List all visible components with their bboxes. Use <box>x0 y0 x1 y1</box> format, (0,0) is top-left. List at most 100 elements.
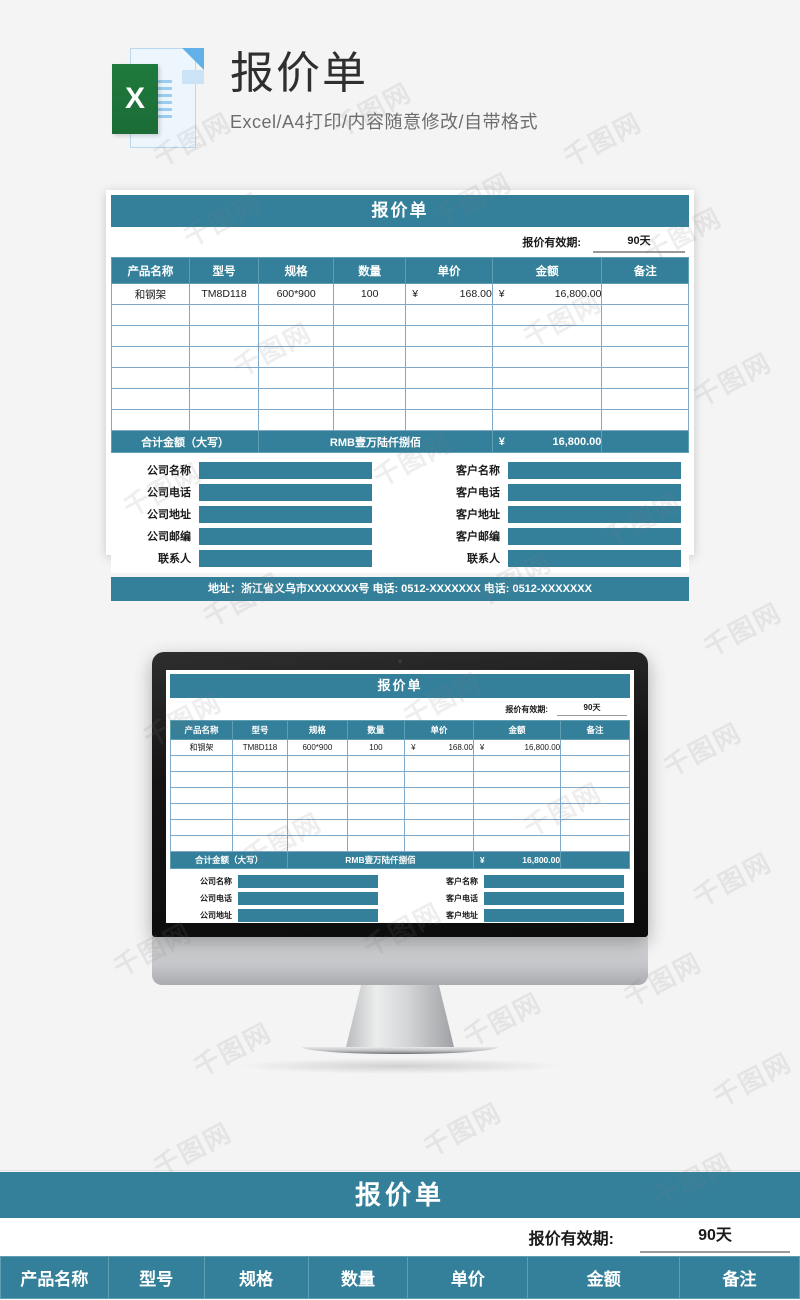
qty-cell[interactable]: 100 <box>346 739 406 756</box>
model-cell[interactable] <box>231 787 289 804</box>
customer-contact-input-2[interactable] <box>508 505 681 523</box>
product-cell[interactable] <box>170 803 233 820</box>
qty-cell[interactable] <box>333 409 407 431</box>
column-header-4[interactable]: 单价 <box>407 1256 529 1299</box>
validity-value[interactable]: 90天 <box>593 232 685 253</box>
amount-cell[interactable]: ¥16,800.00 <box>491 283 603 305</box>
column-header-6[interactable]: 备注 <box>601 257 689 284</box>
model-cell[interactable] <box>188 409 260 431</box>
column-header-4[interactable]: 单价 <box>404 720 474 740</box>
product-cell[interactable] <box>111 367 190 389</box>
column-header-1[interactable]: 型号 <box>231 720 289 740</box>
spec-cell[interactable]: 600*900 <box>258 283 335 305</box>
model-cell[interactable] <box>188 388 260 410</box>
amount-cell[interactable] <box>491 325 603 347</box>
qty-cell[interactable] <box>346 787 406 804</box>
column-header-2[interactable]: 规格 <box>203 1256 309 1299</box>
qty-cell[interactable] <box>333 325 407 347</box>
company-contact-input-2[interactable] <box>238 909 378 922</box>
amount-cell[interactable] <box>472 755 562 772</box>
product-cell[interactable] <box>170 771 233 788</box>
model-cell[interactable] <box>188 367 260 389</box>
unit-price-cell[interactable] <box>404 771 474 788</box>
column-header-5[interactable]: 金额 <box>527 1256 681 1299</box>
company-contact-input-1[interactable] <box>199 483 372 501</box>
product-cell[interactable] <box>111 409 190 431</box>
table-row[interactable] <box>170 819 630 836</box>
amount-cell[interactable]: ¥16,800.00 <box>472 739 562 756</box>
qty-cell[interactable]: 100 <box>333 283 407 305</box>
remark-cell[interactable] <box>560 739 630 756</box>
unit-price-cell[interactable]: ¥168.00 <box>405 283 493 305</box>
table-row[interactable] <box>170 835 630 852</box>
spec-cell[interactable] <box>258 388 335 410</box>
spec-cell[interactable] <box>287 787 348 804</box>
product-cell[interactable]: 和钢架 <box>170 739 233 756</box>
unit-price-cell[interactable] <box>405 409 493 431</box>
company-contact-input-4[interactable] <box>199 549 372 567</box>
qty-cell[interactable] <box>333 367 407 389</box>
unit-price-cell[interactable] <box>405 388 493 410</box>
table-row[interactable] <box>111 346 689 368</box>
table-row[interactable] <box>170 755 630 772</box>
column-header-0[interactable]: 产品名称 <box>111 257 190 284</box>
column-header-5[interactable]: 金额 <box>491 257 603 284</box>
spec-cell[interactable] <box>287 803 348 820</box>
qty-cell[interactable] <box>346 755 406 772</box>
amount-cell[interactable] <box>491 409 603 431</box>
table-row[interactable] <box>111 325 689 347</box>
product-cell[interactable] <box>111 388 190 410</box>
table-row[interactable] <box>111 367 689 389</box>
qty-cell[interactable] <box>346 771 406 788</box>
product-cell[interactable]: 和钢架 <box>111 283 190 305</box>
amount-cell[interactable] <box>472 835 562 852</box>
amount-cell[interactable] <box>472 819 562 836</box>
model-cell[interactable] <box>231 835 289 852</box>
product-cell[interactable] <box>111 325 190 347</box>
customer-contact-input-0[interactable] <box>508 461 681 479</box>
unit-price-cell[interactable] <box>405 367 493 389</box>
customer-contact-input-3[interactable] <box>508 527 681 545</box>
table-row[interactable] <box>170 771 630 788</box>
spec-cell[interactable] <box>287 755 348 772</box>
column-header-3[interactable]: 数量 <box>333 257 407 284</box>
amount-cell[interactable] <box>491 304 603 326</box>
customer-contact-input-2[interactable] <box>484 909 624 922</box>
customer-contact-input-0[interactable] <box>484 875 624 888</box>
column-header-2[interactable]: 规格 <box>287 720 348 740</box>
table-row[interactable] <box>170 803 630 820</box>
table-row[interactable]: 和钢架 TM8D118 600*900 100 ¥168.00 ¥16,800.00 <box>170 739 630 756</box>
unit-price-cell[interactable] <box>404 755 474 772</box>
amount-cell[interactable] <box>491 346 603 368</box>
unit-price-cell[interactable]: ¥168.00 <box>404 739 474 756</box>
remark-cell[interactable] <box>601 346 689 368</box>
model-cell[interactable] <box>188 304 260 326</box>
amount-cell[interactable] <box>472 803 562 820</box>
qty-cell[interactable] <box>346 803 406 820</box>
model-cell[interactable] <box>231 771 289 788</box>
customer-contact-input-1[interactable] <box>508 483 681 501</box>
spec-cell[interactable] <box>258 367 335 389</box>
model-cell[interactable] <box>188 325 260 347</box>
remark-cell[interactable] <box>601 325 689 347</box>
column-header-6[interactable]: 备注 <box>679 1256 800 1299</box>
remark-cell[interactable] <box>601 367 689 389</box>
company-contact-input-0[interactable] <box>238 875 378 888</box>
customer-contact-input-4[interactable] <box>508 549 681 567</box>
column-header-3[interactable]: 数量 <box>307 1256 409 1299</box>
column-header-4[interactable]: 单价 <box>405 257 493 284</box>
column-header-0[interactable]: 产品名称 <box>0 1256 109 1299</box>
remark-cell[interactable] <box>560 835 630 852</box>
qty-cell[interactable] <box>346 819 406 836</box>
remark-cell[interactable] <box>601 409 689 431</box>
table-row[interactable] <box>111 409 689 431</box>
unit-price-cell[interactable] <box>405 304 493 326</box>
remark-cell[interactable] <box>560 787 630 804</box>
table-row[interactable] <box>111 304 689 326</box>
model-cell[interactable] <box>231 819 289 836</box>
company-contact-input-3[interactable] <box>199 527 372 545</box>
product-cell[interactable] <box>170 755 233 772</box>
spec-cell[interactable] <box>287 819 348 836</box>
unit-price-cell[interactable] <box>405 325 493 347</box>
product-cell[interactable] <box>170 835 233 852</box>
